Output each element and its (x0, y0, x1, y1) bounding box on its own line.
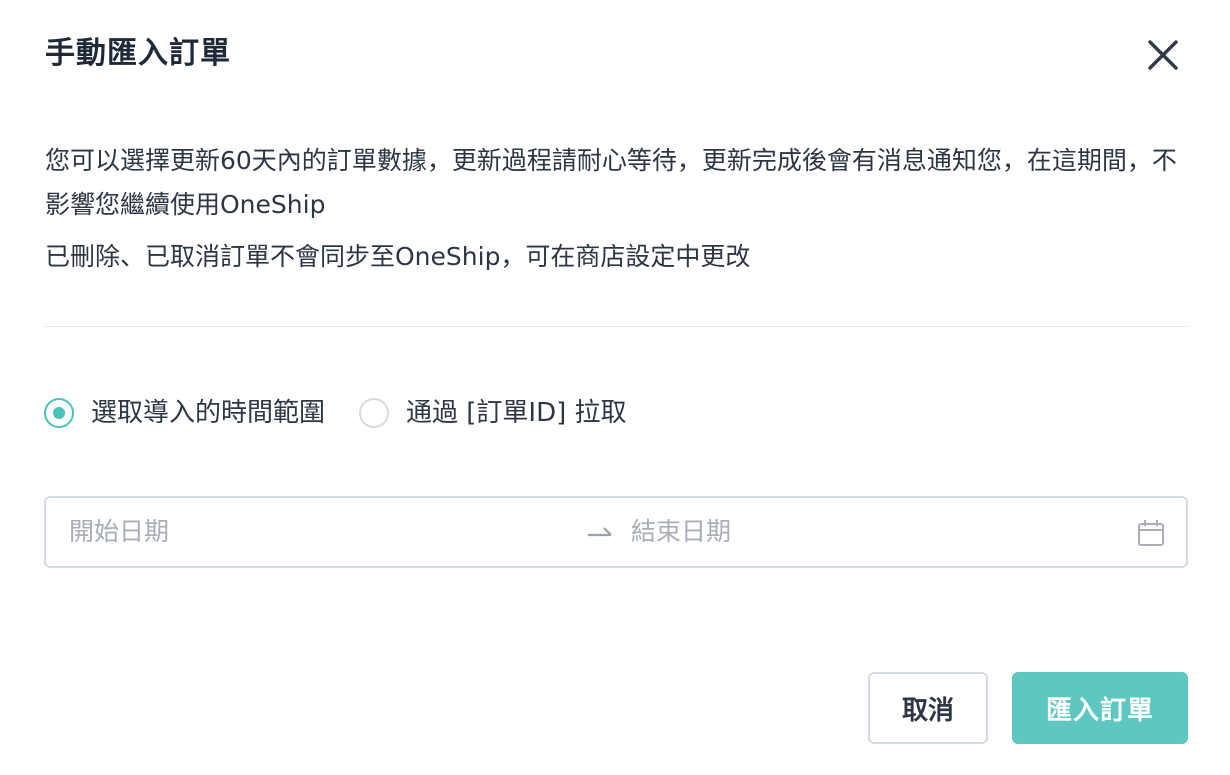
radio-button-unchecked[interactable] (359, 398, 390, 428)
close-icon (1148, 40, 1178, 70)
import-orders-dialog: 手動匯入訂單 您可以選擇更新60天內的訂單數據，更新過程請耐心等待，更新完成後會… (0, 0, 1230, 775)
radio-button-checked[interactable] (44, 398, 74, 428)
radio-option-order-id[interactable]: 通過 [訂單ID] 拉取 (359, 395, 627, 431)
dialog-description: 您可以選擇更新60天內的訂單數據，更新過程請耐心等待，更新完成後會有消息通知您，… (45, 139, 1195, 279)
dialog-title: 手動匯入訂單 (45, 36, 231, 71)
import-orders-button[interactable]: 匯入訂單 (1012, 672, 1188, 744)
start-date-input[interactable] (69, 498, 549, 566)
radio-label-time-range: 選取導入的時間範圍 (91, 398, 326, 428)
radio-option-time-range[interactable]: 選取導入的時間範圍 (44, 395, 325, 431)
end-date-input[interactable] (631, 498, 1111, 566)
import-mode-radio-group: 選取導入的時間範圍 通過 [訂單ID] 拉取 (44, 395, 661, 431)
description-line-2: 已刪除、已取消訂單不會同步至OneShip，可在商店設定中更改 (45, 242, 751, 271)
divider (45, 326, 1188, 327)
cancel-button[interactable]: 取消 (868, 672, 988, 744)
radio-label-order-id: 通過 [訂單ID] 拉取 (406, 398, 627, 428)
date-range-picker[interactable] (44, 496, 1188, 568)
calendar-icon[interactable] (1137, 519, 1165, 547)
arrow-right-icon (588, 527, 612, 537)
description-line-1: 您可以選擇更新60天內的訂單數據，更新過程請耐心等待，更新完成後會有消息通知您，… (45, 146, 1177, 219)
close-button[interactable] (1144, 36, 1182, 74)
